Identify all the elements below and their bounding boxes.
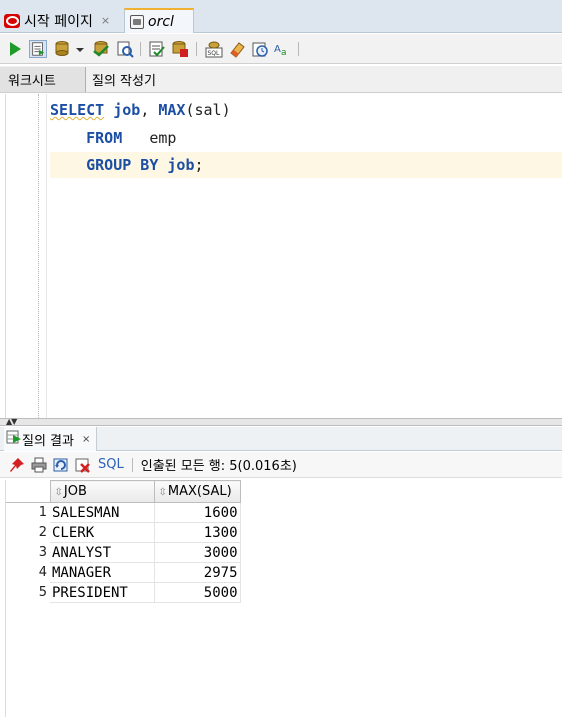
table-row[interactable]: 5 PRESIDENT 5000 xyxy=(6,582,241,603)
table-row[interactable]: 1 SALESMAN 1600 xyxy=(6,502,241,523)
editor-gutter xyxy=(38,94,39,418)
keyword-select: SELECT xyxy=(50,101,105,119)
results-grid: ⇳JOB ⇳MAX(SAL) 1 SALESMAN 1600 2 CLERK 1… xyxy=(0,480,562,717)
results-tab-strip: 질의 결과 × xyxy=(0,427,562,451)
tab-orcl-label: orcl xyxy=(148,13,174,30)
cell-max-sal[interactable]: 3000 xyxy=(154,542,241,563)
sql-editor[interactable]: SELECT job, MAX (sal) FROM emp GROUP BY j… xyxy=(0,94,562,418)
cell-max-sal[interactable]: 1300 xyxy=(154,522,241,543)
sql-icon[interactable]: SQL xyxy=(205,40,223,58)
sort-icon[interactable]: ⇳ xyxy=(55,487,63,498)
column-header-job[interactable]: ⇳JOB xyxy=(49,480,155,503)
worksheet-subtabs: 워크시트 질의 작성기 xyxy=(0,66,562,93)
table-row[interactable]: 4 MANAGER 2975 xyxy=(6,562,241,583)
autotrace-icon[interactable] xyxy=(116,40,134,58)
tab-worksheet[interactable]: 워크시트 xyxy=(0,67,86,92)
semicolon: ; xyxy=(194,156,204,174)
column-header-max-sal[interactable]: ⇳MAX(SAL) xyxy=(153,480,241,503)
function-arg: (sal) xyxy=(185,101,231,119)
sort-icon[interactable]: ⇳ xyxy=(159,487,167,498)
tab-start-page-label: 시작 페이지 xyxy=(24,13,93,30)
cell-max-sal[interactable]: 1600 xyxy=(154,502,241,523)
code-line-3-current[interactable]: GROUP BY job; xyxy=(50,152,562,178)
explain-plan-icon[interactable] xyxy=(148,40,166,58)
cell-max-sal[interactable]: 5000 xyxy=(154,582,241,603)
cell-job[interactable]: PRESIDENT xyxy=(50,582,155,603)
keyword-from: FROM xyxy=(86,129,123,147)
sql-button[interactable]: SQL xyxy=(98,457,124,472)
row-number: 5 xyxy=(38,585,47,600)
column-job: job xyxy=(113,101,141,119)
editor-tab-strip: 시작 페이지 × orcl xyxy=(0,0,562,33)
svg-text:A: A xyxy=(274,44,281,55)
cell-max-sal[interactable]: 2975 xyxy=(154,562,241,583)
svg-text:SQL: SQL xyxy=(208,50,221,57)
run-statement-icon[interactable] xyxy=(6,40,24,58)
toolbar-separator xyxy=(140,42,141,56)
toolbar-divider xyxy=(131,457,133,472)
header-row: ⇳JOB ⇳MAX(SAL) xyxy=(6,480,241,503)
cell-job[interactable]: MANAGER xyxy=(50,562,155,583)
oracle-logo-icon xyxy=(4,13,20,28)
query-result-icon xyxy=(6,429,22,449)
tab-orcl[interactable]: orcl xyxy=(124,8,194,33)
tab-query-builder[interactable]: 질의 작성기 xyxy=(90,67,156,92)
eraser-icon[interactable] xyxy=(228,40,246,58)
row-number: 4 xyxy=(38,565,47,580)
database-connection-icon xyxy=(130,14,144,29)
table-emp: emp xyxy=(149,129,177,147)
history-icon[interactable] xyxy=(251,40,269,58)
worksheet-toolbar: SQL Aa xyxy=(0,34,562,64)
editor-left-margin xyxy=(0,94,6,418)
pin-icon[interactable] xyxy=(8,456,26,474)
row-number: 3 xyxy=(38,545,47,560)
panel-splitter[interactable]: ▲▼ xyxy=(0,418,562,426)
run-script-icon[interactable] xyxy=(29,40,47,58)
editor-gutter-edge xyxy=(46,94,47,418)
rollback-icon[interactable] xyxy=(92,40,110,58)
commit-icon[interactable] xyxy=(54,40,72,58)
tab-start-page[interactable]: 시작 페이지 × xyxy=(4,8,122,33)
tuning-icon[interactable] xyxy=(171,40,189,58)
row-number: 2 xyxy=(38,525,47,540)
cell-job[interactable]: SALESMAN xyxy=(50,502,155,523)
tab-query-result-label: 질의 결과 xyxy=(22,433,74,449)
refresh-icon[interactable] xyxy=(52,456,70,474)
code-line-2[interactable]: FROM emp xyxy=(50,125,176,151)
dropdown-icon[interactable] xyxy=(74,40,86,58)
table-row[interactable]: 2 CLERK 1300 xyxy=(6,522,241,543)
fetch-status: 인출된 모든 행: 5(0.016초) xyxy=(140,459,297,474)
close-icon[interactable]: × xyxy=(101,14,110,27)
svg-text:a: a xyxy=(281,48,287,58)
table-row[interactable]: 3 ANALYST 3000 xyxy=(6,542,241,563)
toolbar-separator xyxy=(196,42,197,56)
comma: , xyxy=(140,101,150,119)
row-number: 1 xyxy=(38,505,47,521)
column-job-group: job xyxy=(167,156,195,174)
cancel-icon[interactable] xyxy=(74,456,92,474)
results-toolbar: SQL 인출된 모든 행: 5(0.016초) xyxy=(0,452,562,478)
close-icon[interactable]: × xyxy=(82,434,90,445)
results-table: ⇳JOB ⇳MAX(SAL) 1 SALESMAN 1600 2 CLERK 1… xyxy=(6,480,241,603)
cell-job[interactable]: ANALYST xyxy=(50,542,155,563)
code-line-1[interactable]: SELECT job, MAX (sal) xyxy=(50,97,231,123)
toolbar-separator xyxy=(298,42,299,56)
keyword-group-by: GROUP BY xyxy=(86,156,159,174)
tab-query-result[interactable]: 질의 결과 × xyxy=(4,427,98,451)
cell-job[interactable]: CLERK xyxy=(50,522,155,543)
print-icon[interactable] xyxy=(30,456,48,474)
format-icon[interactable]: Aa xyxy=(273,40,291,58)
function-max: MAX xyxy=(158,101,186,119)
row-number-header xyxy=(6,480,50,503)
